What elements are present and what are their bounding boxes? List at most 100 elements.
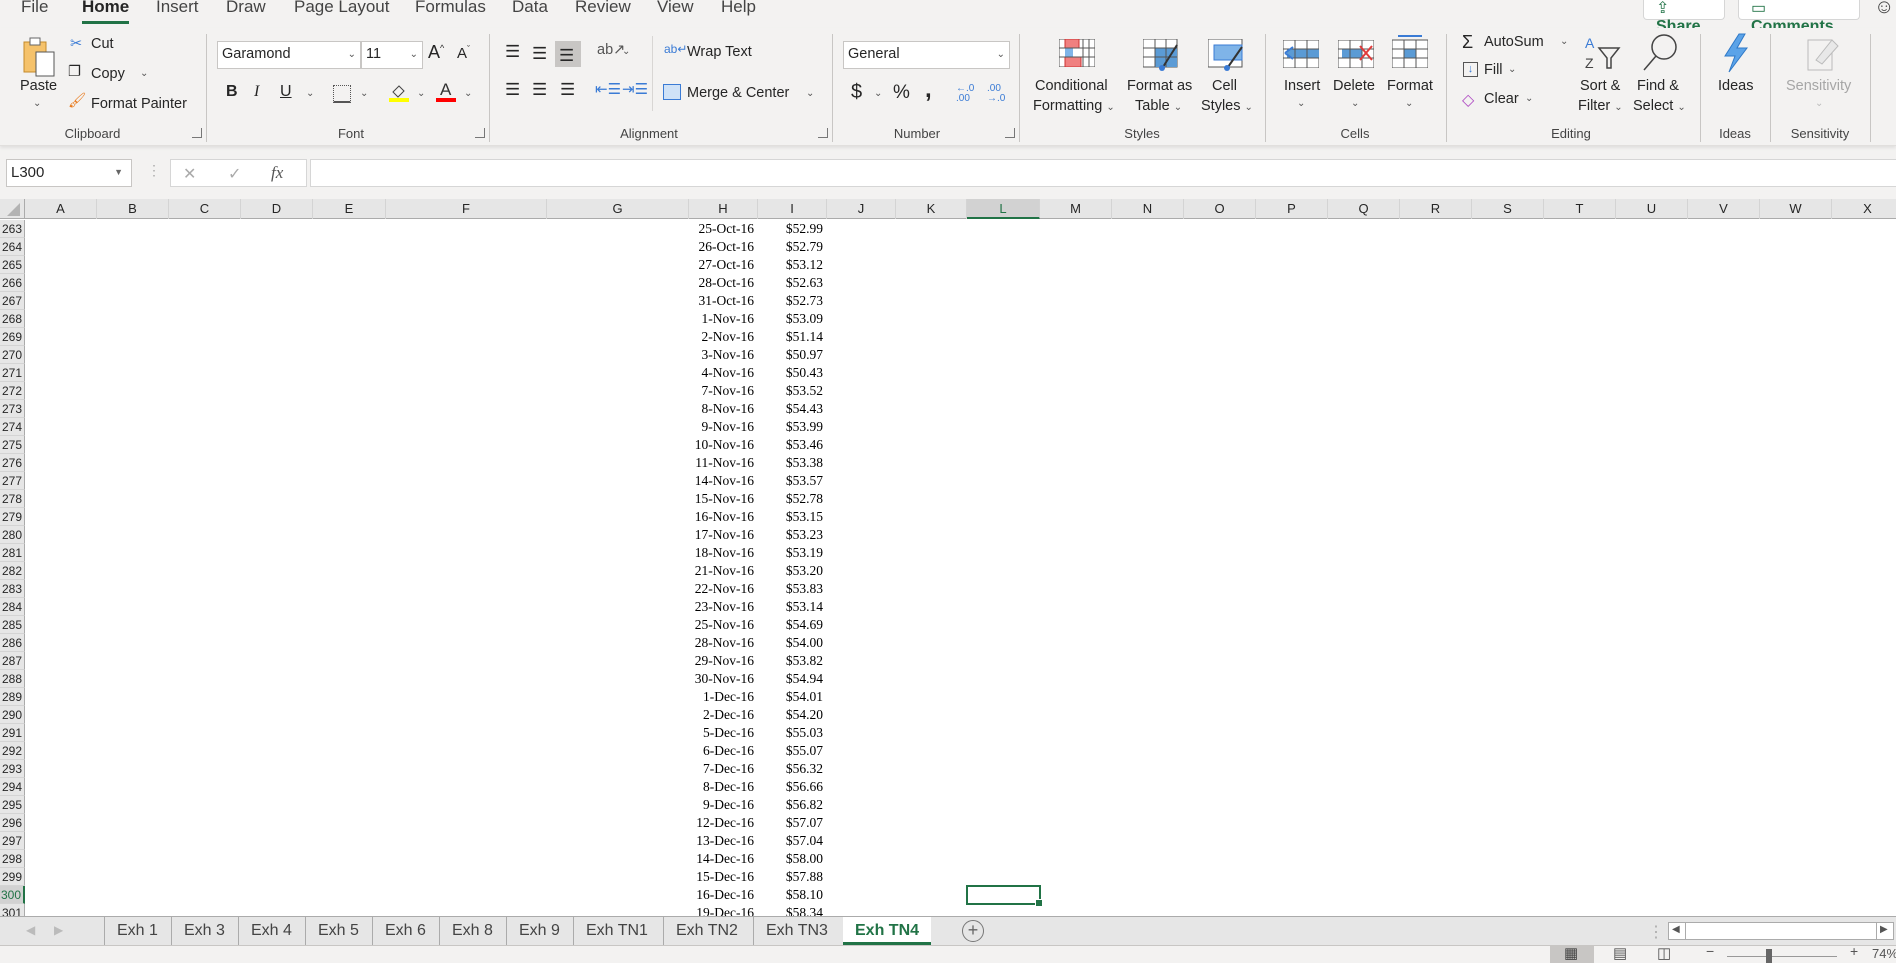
cell-price[interactable]: $53.14 [758,598,823,616]
sheet-tab-exh-tn2[interactable]: Exh TN2 [663,917,750,945]
row-header-277[interactable]: 277 [0,472,25,490]
cell-price[interactable]: $57.04 [758,832,823,850]
cell-date[interactable]: 4-Nov-16 [689,364,755,382]
conditional-formatting-button[interactable]: Conditional [1035,78,1108,94]
row-header-298[interactable]: 298 [0,850,25,868]
row-header-275[interactable]: 275 [0,436,25,454]
tab-page-layout[interactable]: Page Layout [294,0,389,17]
scroll-left-icon[interactable]: ◀ [1672,924,1680,935]
format-painter-button[interactable]: Format Painter [91,96,187,112]
cell-date[interactable]: 11-Nov-16 [689,454,754,472]
row-header-296[interactable]: 296 [0,814,25,832]
cell-price[interactable]: $50.97 [758,346,823,364]
cell-price[interactable]: $57.88 [758,868,823,886]
cell-price[interactable]: $53.19 [758,544,823,562]
cell-date[interactable]: 1-Nov-16 [689,310,755,328]
column-header-t[interactable]: T [1544,199,1616,219]
sheet-tab-exh-tn3[interactable]: Exh TN3 [753,917,840,945]
row-header-266[interactable]: 266 [0,274,25,292]
tab-splitter-icon[interactable]: ⋮ [1648,922,1664,942]
name-box-dropdown-icon[interactable]: ▼ [114,167,123,177]
cell-price[interactable]: $52.63 [758,274,823,292]
row-header-286[interactable]: 286 [0,634,25,652]
row-header-289[interactable]: 289 [0,688,25,706]
row-header-276[interactable]: 276 [0,454,25,472]
align-center-icon[interactable]: ☰ [532,80,547,100]
row-header-287[interactable]: 287 [0,652,25,670]
fill-chevron-icon[interactable]: ⌄ [1508,64,1516,75]
insert-cells-button[interactable]: Insert [1284,78,1320,94]
row-header-301[interactable]: 301 [0,904,25,916]
cell-price[interactable]: $53.12 [758,256,823,274]
page-layout-view-icon[interactable]: ▤ [1613,944,1627,962]
increase-font-size-icon[interactable]: A^ [428,42,444,63]
cell-price[interactable]: $56.82 [758,796,823,814]
sort-filter-label-2[interactable]: Filter ⌄ [1578,98,1623,114]
sheet-tab-exh-tn4[interactable]: Exh TN4 [843,917,932,945]
column-header-n[interactable]: N [1112,199,1184,219]
currency-button[interactable]: $ [851,81,862,104]
increase-decimal-icon[interactable]: ←.0.00 [956,84,974,104]
insert-chevron-icon[interactable]: ⌄ [1297,98,1305,109]
cell-date[interactable]: 25-Nov-16 [689,616,754,634]
italic-button[interactable]: I [254,83,259,101]
cell-price[interactable]: $54.69 [758,616,823,634]
copy-chevron-icon[interactable]: ⌄ [140,68,148,79]
column-header-r[interactable]: R [1400,199,1472,219]
row-header-294[interactable]: 294 [0,778,25,796]
zoom-slider-thumb[interactable] [1766,949,1772,963]
tab-file[interactable]: File [21,0,48,17]
cell-price[interactable]: $53.23 [758,526,823,544]
page-break-preview-icon[interactable]: ◫ [1657,944,1671,962]
font-color-chevron-icon[interactable]: ⌄ [464,88,472,99]
cell-date[interactable]: 16-Nov-16 [689,508,754,526]
tab-data[interactable]: Data [512,0,548,17]
find-select-label-2[interactable]: Select ⌄ [1633,98,1686,114]
cell-date[interactable]: 25-Oct-16 [689,220,754,238]
cell-price[interactable]: $53.15 [758,508,823,526]
column-header-e[interactable]: E [313,199,386,219]
sheet-tab-exh-4[interactable]: Exh 4 [238,917,304,945]
cell-price[interactable]: $53.83 [758,580,823,598]
row-header-264[interactable]: 264 [0,238,25,256]
cell-date[interactable]: 15-Nov-16 [689,490,754,508]
row-header-285[interactable]: 285 [0,616,25,634]
cell-price[interactable]: $58.00 [758,850,823,868]
font-name-select[interactable]: Garamond ⌄ [217,41,361,69]
row-header-281[interactable]: 281 [0,544,25,562]
cell-price[interactable]: $53.38 [758,454,823,472]
cell-price[interactable]: $53.57 [758,472,823,490]
normal-view-button[interactable]: ▦ [1550,945,1594,963]
share-button[interactable]: ⇪ Share [1643,0,1725,35]
delete-chevron-icon[interactable]: ⌄ [1351,98,1359,109]
orientation-chevron-icon[interactable]: ⌄ [622,46,630,57]
format-as-table-button[interactable]: Format as [1127,78,1192,94]
cell-price[interactable]: $51.14 [758,328,823,346]
cell-date[interactable]: 3-Nov-16 [689,346,755,364]
formula-bar-grip-icon[interactable]: ⋮ [147,162,161,179]
cell-date[interactable]: 5-Dec-16 [689,724,754,742]
cell-price[interactable]: $58.34 [758,904,823,916]
cell-date[interactable]: 22-Nov-16 [689,580,754,598]
top-align-icon[interactable]: ☰ [505,42,520,62]
tab-help[interactable]: Help [721,0,756,17]
row-header-282[interactable]: 282 [0,562,25,580]
row-header-292[interactable]: 292 [0,742,25,760]
cell-date[interactable]: 6-Dec-16 [689,742,754,760]
cell-date[interactable]: 8-Nov-16 [689,400,755,418]
cell-date[interactable]: 7-Dec-16 [689,760,754,778]
cell-date[interactable]: 2-Nov-16 [689,328,755,346]
row-header-279[interactable]: 279 [0,508,25,526]
enter-icon[interactable]: ✓ [228,164,241,184]
row-header-288[interactable]: 288 [0,670,25,688]
cell-date[interactable]: 30-Nov-16 [689,670,754,688]
row-header-273[interactable]: 273 [0,400,25,418]
cell-date[interactable]: 28-Nov-16 [689,634,754,652]
name-box[interactable]: L300 ▼ [6,159,132,187]
merge-center-button[interactable]: Merge & Center [687,85,789,101]
zoom-level[interactable]: 74% [1872,946,1896,961]
select-all-button[interactable] [0,199,25,219]
cell-price[interactable]: $52.78 [758,490,823,508]
cell-date[interactable]: 10-Nov-16 [689,436,754,454]
decrease-indent-icon[interactable]: ⇤☰ [595,80,621,98]
